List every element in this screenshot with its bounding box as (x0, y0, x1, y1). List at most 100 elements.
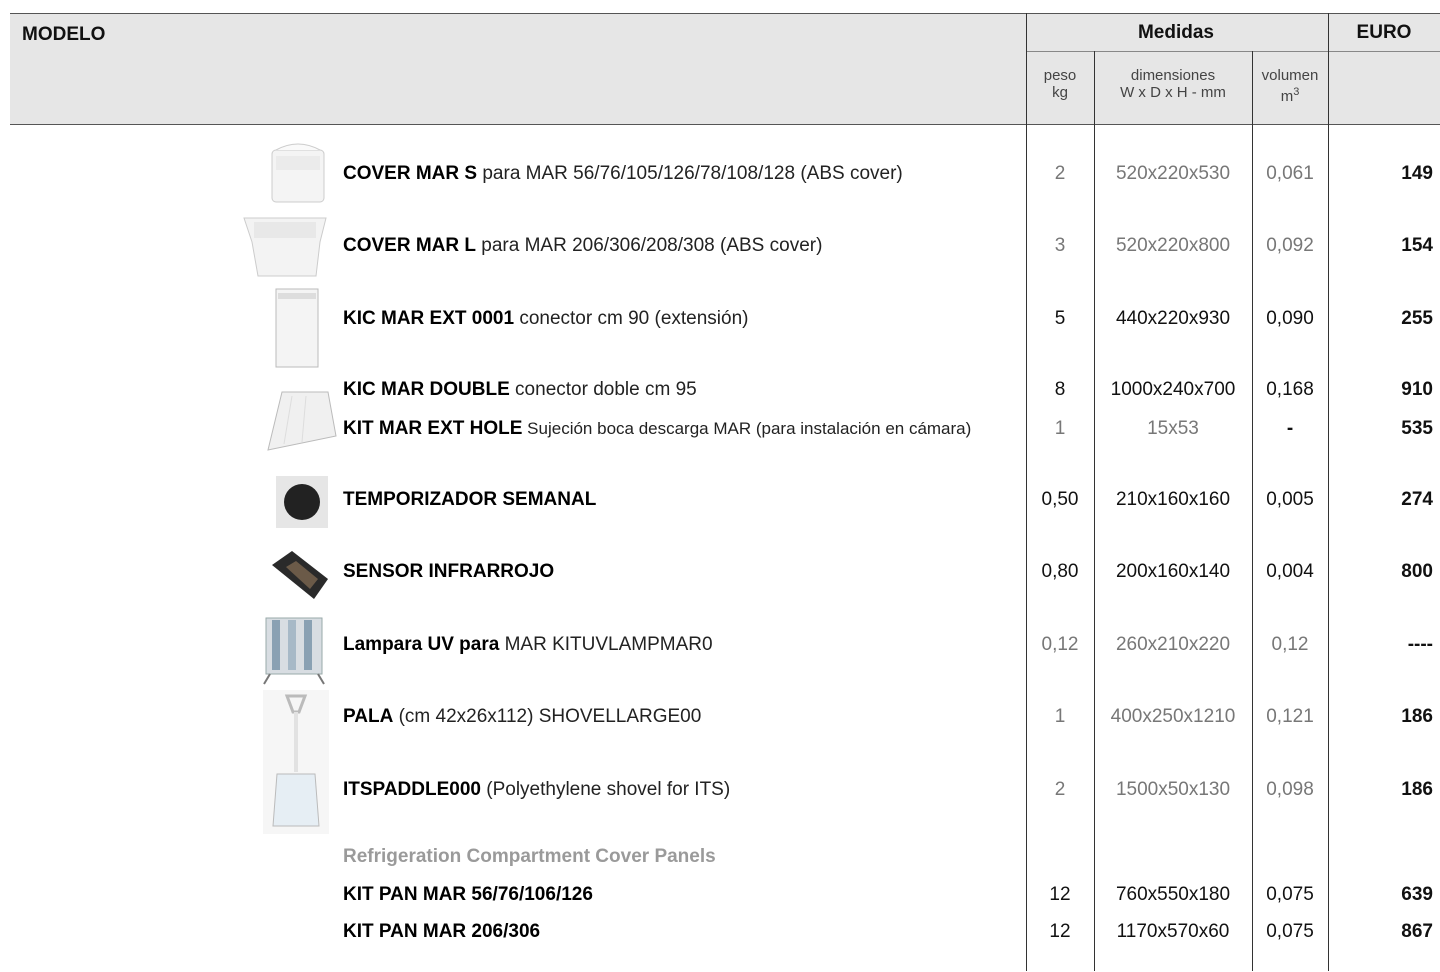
table-row: ITSPADDLE000 (Polyethylene shovel for IT… (0, 779, 1440, 809)
dimensiones-cell: 200x160x140 (1115, 561, 1231, 582)
table-row: KIT PAN MAR 206/306 12 1170x570x60 0,075 867 (0, 921, 1440, 951)
header-peso-label: peso (1043, 67, 1077, 84)
product-name: Lampara UV para (343, 634, 500, 655)
euro-price: 149 (1401, 163, 1433, 184)
header-peso-unit: kg (1052, 84, 1068, 101)
product-detail: (Polyethylene shovel for ITS) (480, 779, 731, 800)
header-euro: EURO (1356, 22, 1412, 43)
product-description: SENSOR INFRARROJO (343, 561, 554, 583)
euro-price: 186 (1401, 706, 1433, 727)
product-detail: MAR KITUVLAMPMAR0 (499, 634, 713, 655)
dimensiones-cell: 1500x50x130 (1115, 779, 1231, 800)
dimensiones-cell: 440x220x930 (1115, 308, 1231, 329)
product-description: KIT PAN MAR 56/76/106/126 (343, 884, 593, 906)
euro-price: 255 (1401, 308, 1433, 329)
table-row: PALA (cm 42x26x112) SHOVELLARGE00 1 400x25… (0, 706, 1440, 736)
product-name: KIT PAN MAR 56/76/106/126 (343, 884, 593, 905)
product-name: PALA (343, 706, 394, 727)
product-description: TEMPORIZADOR SEMANAL (343, 489, 596, 511)
product-description: KIT MAR EXT HOLE Sujeción boca descarga … (343, 418, 971, 440)
peso-cell: 12 (1049, 921, 1071, 942)
header-volumen: volumen m3 (1252, 67, 1328, 105)
product-detail: (cm 42x26x112) SHOVELLARGE00 (393, 706, 702, 727)
table-row: SENSOR INFRARROJO 0,80 200x160x140 0,004 800 (0, 561, 1440, 591)
peso-cell: 5 (1054, 308, 1066, 329)
product-name: ITSPADDLE000 (343, 779, 481, 800)
peso-cell: 12 (1049, 884, 1071, 905)
table-row: KIC MAR DOUBLE conector doble cm 95 8 1000… (0, 379, 1440, 409)
product-name: KIT PAN MAR 206/306 (343, 921, 541, 942)
peso-cell: 0,50 (1041, 489, 1079, 510)
product-description: COVER MAR S para MAR 56/76/105/126/78/10… (343, 163, 903, 185)
dimensiones-cell: 760x550x180 (1115, 884, 1231, 905)
volumen-cell: 0,098 (1266, 779, 1314, 800)
product-name: KIC MAR DOUBLE (343, 379, 510, 400)
product-name: KIC MAR EXT 0001 (343, 308, 515, 329)
volumen-cell: 0,12 (1271, 634, 1309, 655)
dimensiones-cell: 520x220x530 (1115, 163, 1231, 184)
peso-cell: 1 (1054, 706, 1066, 727)
dimensiones-cell: 15x53 (1147, 418, 1199, 439)
table-row: KIT PAN MAR 56/76/106/126 12 760x550x180 0,… (0, 884, 1440, 914)
peso-cell: 2 (1054, 779, 1066, 800)
volumen-cell: 0,090 (1266, 308, 1314, 329)
product-detail: Sujeción boca descarga MAR (para instala… (522, 419, 972, 438)
header-peso: peso kg (1026, 67, 1094, 101)
header-dim-unit: W x D x H - mm (1120, 84, 1226, 101)
product-description: Refrigeration Compartment Cover Panels (343, 846, 716, 868)
product-detail: conector cm 90 (extensión) (514, 308, 749, 329)
product-detail: para MAR 206/306/208/308 (ABS cover) (476, 235, 823, 256)
peso-cell: 0,80 (1041, 561, 1079, 582)
header-dim-label: dimensiones (1130, 67, 1216, 84)
volumen-cell: - (1286, 418, 1294, 439)
peso-cell: 8 (1054, 379, 1066, 400)
volumen-cell: 0,061 (1266, 163, 1314, 184)
product-description: Lampara UV para MAR KITUVLAMPMAR0 (343, 634, 713, 656)
table-row: TEMPORIZADOR SEMANAL 0,50 210x160x160 0,005… (0, 489, 1440, 519)
dimensiones-cell: 210x160x160 (1115, 489, 1231, 510)
header-modelo: MODELO (22, 24, 106, 45)
dimensiones-cell: 520x220x800 (1115, 235, 1231, 256)
euro-price: 800 (1401, 561, 1433, 582)
table-row: COVER MAR L para MAR 206/306/208/308 (AB… (0, 235, 1440, 265)
euro-price: 274 (1401, 489, 1433, 510)
product-name: TEMPORIZADOR SEMANAL (343, 489, 597, 510)
volumen-cell: 0,075 (1266, 884, 1314, 905)
product-detail: para MAR 56/76/105/126/78/108/128 (ABS c… (477, 163, 903, 184)
product-description: KIC MAR EXT 0001 conector cm 90 (extensi… (343, 308, 749, 330)
table-row: Refrigeration Compartment Cover Panels (0, 846, 1440, 876)
euro-price: 154 (1401, 235, 1433, 256)
product-name: SENSOR INFRARROJO (343, 561, 555, 582)
product-description: KIT PAN MAR 206/306 (343, 921, 540, 943)
volumen-cell: 0,005 (1266, 489, 1314, 510)
peso-cell: 3 (1054, 235, 1066, 256)
dimensiones-cell: 400x250x1210 (1110, 706, 1236, 727)
product-name: COVER MAR L (343, 235, 476, 256)
product-name: KIT MAR EXT HOLE (343, 418, 523, 439)
product-detail: conector doble cm 95 (509, 379, 697, 400)
euro-price: ---- (1407, 634, 1433, 655)
peso-cell: 0,12 (1041, 634, 1079, 655)
header-vol-label: volumen (1261, 67, 1319, 84)
product-description: KIC MAR DOUBLE conector doble cm 95 (343, 379, 697, 401)
volumen-cell: 0,004 (1266, 561, 1314, 582)
table-row: KIT MAR EXT HOLE Sujeción boca descarga … (0, 418, 1440, 448)
euro-price: 186 (1401, 779, 1433, 800)
dimensiones-cell: 1000x240x700 (1110, 379, 1236, 400)
dimensiones-cell: 1170x570x60 (1116, 921, 1230, 942)
euro-price: 867 (1401, 921, 1433, 942)
volumen-cell: 0,092 (1266, 235, 1314, 256)
table-row: KIC MAR EXT 0001 conector cm 90 (extensi… (0, 308, 1440, 338)
dimensiones-cell: 260x210x220 (1115, 634, 1231, 655)
volumen-cell: 0,168 (1266, 379, 1314, 400)
table-row: COVER MAR S para MAR 56/76/105/126/78/10… (0, 163, 1440, 193)
euro-price: 639 (1401, 884, 1433, 905)
euro-price: 535 (1401, 418, 1433, 439)
product-description: PALA (cm 42x26x112) SHOVELLARGE00 (343, 706, 701, 728)
product-name: COVER MAR S (343, 163, 478, 184)
header-medidas: Medidas (1137, 22, 1215, 43)
product-description: COVER MAR L para MAR 206/306/208/308 (AB… (343, 235, 822, 257)
peso-cell: 2 (1054, 163, 1066, 184)
peso-cell: 1 (1054, 418, 1066, 439)
volumen-cell: 0,121 (1266, 706, 1314, 727)
